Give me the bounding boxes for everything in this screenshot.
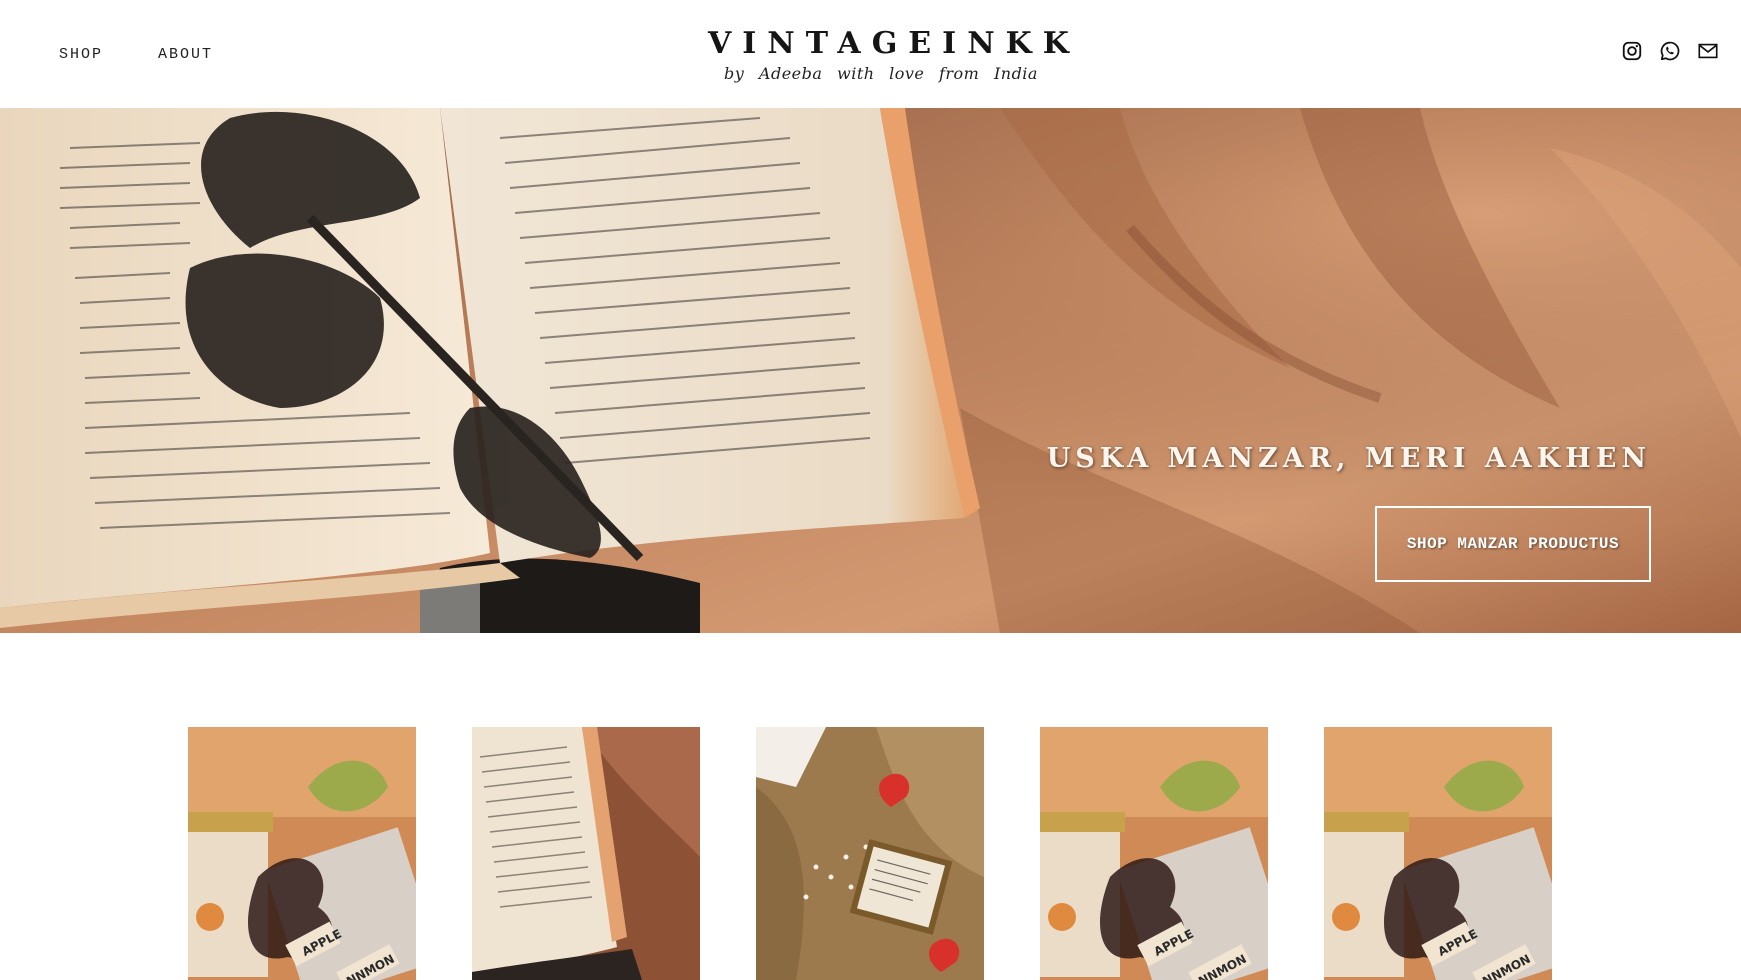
- social-links: [1621, 40, 1719, 62]
- nav-shop-link[interactable]: SHOP: [59, 46, 103, 63]
- instagram-icon[interactable]: [1621, 40, 1643, 62]
- product-card[interactable]: APPLE NNMON: [1324, 727, 1552, 980]
- whatsapp-icon[interactable]: [1659, 40, 1681, 62]
- logo-title: VINTAGEINKK: [708, 26, 1080, 61]
- site-header: SHOP ABOUT VINTAGEINKK by Adeeba with lo…: [0, 0, 1741, 108]
- main-nav: SHOP ABOUT: [59, 46, 213, 63]
- product-card[interactable]: [756, 727, 984, 980]
- logo-subtitle: by Adeeba with love from India: [724, 64, 1038, 83]
- product-image-jar: APPLE NNMON: [1324, 727, 1552, 980]
- shop-manzar-button[interactable]: SHOP MANZAR PRODUCTUS: [1375, 506, 1651, 582]
- nav-about-link[interactable]: ABOUT: [158, 46, 213, 63]
- product-image-jar: APPLE NNMON: [188, 727, 416, 980]
- product-card[interactable]: APPLE NNMON: [1040, 727, 1268, 980]
- mail-icon[interactable]: [1697, 40, 1719, 62]
- hero-heading: USKA MANZAR, MERI AAKHEN: [1046, 443, 1651, 474]
- product-image-book: [472, 727, 700, 980]
- product-grid: APPLE NNMON APPLE NNMON APPLE NNMON: [188, 727, 1552, 980]
- product-card[interactable]: APPLE NNMON: [188, 727, 416, 980]
- site-logo[interactable]: VINTAGEINKK by Adeeba with love from Ind…: [700, 26, 1080, 83]
- product-image-frame: [756, 727, 984, 980]
- product-card[interactable]: [472, 727, 700, 980]
- product-image-jar: APPLE NNMON: [1040, 727, 1268, 980]
- hero-banner: USKA MANZAR, MERI AAKHEN SHOP MANZAR PRO…: [0, 108, 1741, 633]
